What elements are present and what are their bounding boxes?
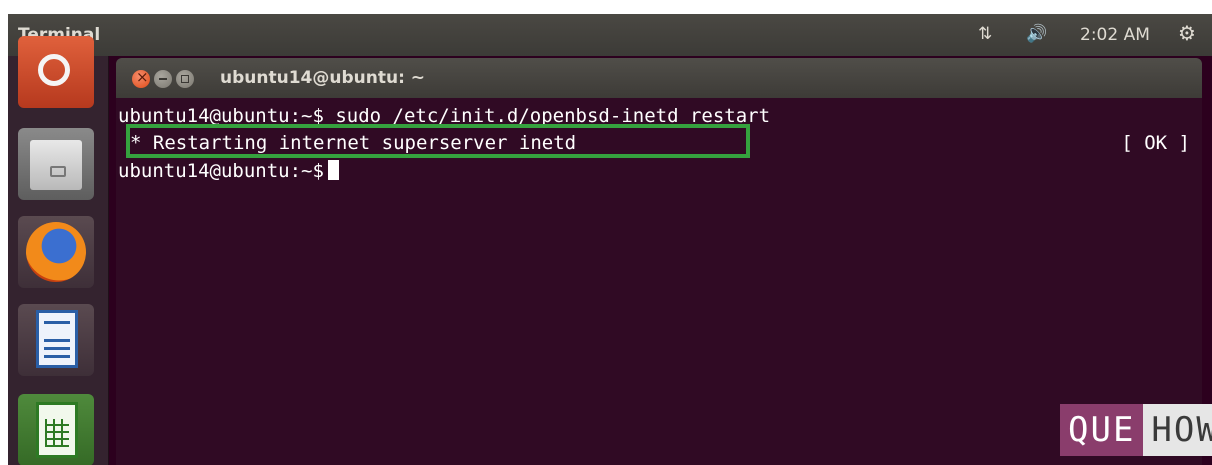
watermark-left: QUE — [1060, 404, 1144, 456]
launcher-files[interactable] — [18, 128, 94, 200]
volume-icon[interactable]: 🔊 — [1026, 24, 1047, 44]
text-cursor — [327, 160, 339, 180]
launcher-firefox[interactable] — [18, 216, 94, 288]
calc-icon — [36, 402, 78, 458]
network-icon[interactable]: ⇅ — [978, 24, 992, 44]
watermark-right: HOW — [1143, 404, 1212, 456]
highlight-box — [126, 124, 750, 158]
launcher-calc[interactable] — [18, 394, 94, 465]
window-title: ubuntu14@ubuntu: ~ — [220, 68, 426, 88]
top-panel: Terminal ⇅ 🔊 2:02 AM ⚙ — [8, 14, 1212, 56]
clock[interactable]: 2:02 AM — [1080, 25, 1150, 45]
close-button[interactable] — [132, 68, 150, 88]
firefox-icon — [26, 222, 86, 282]
status-ok: [ OK ] — [1121, 132, 1190, 154]
desktop-screen: Terminal ⇅ 🔊 2:02 AM ⚙ ubuntu14@ubuntu: … — [8, 14, 1212, 465]
prompt-line[interactable]: ubuntu14@ubuntu:~$ — [118, 159, 339, 183]
watermark-logo: QUE HOW — [1060, 404, 1212, 456]
prompt: ubuntu14@ubuntu:~$ — [118, 160, 324, 182]
maximize-button[interactable] — [176, 70, 194, 88]
writer-icon — [36, 310, 78, 368]
ubuntu-dash-icon — [38, 54, 70, 86]
terminal-window-titlebar[interactable]: ubuntu14@ubuntu: ~ — [116, 58, 1202, 98]
launcher-dash[interactable] — [18, 36, 94, 108]
launcher-writer[interactable] — [18, 304, 94, 376]
minimize-button[interactable] — [154, 70, 172, 88]
launcher — [8, 36, 109, 465]
power-settings-icon[interactable]: ⚙ — [1178, 21, 1196, 45]
files-icon — [30, 140, 82, 190]
